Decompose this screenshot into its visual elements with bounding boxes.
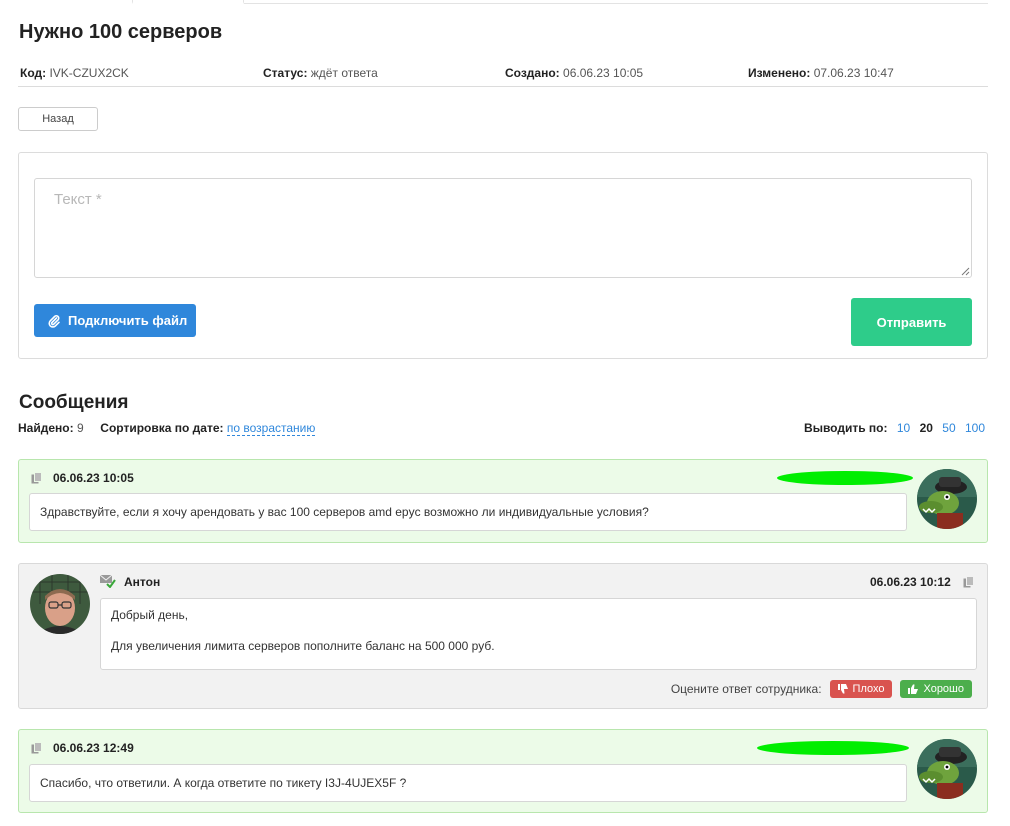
attach-file-label: Подключить файл [68,313,188,328]
sort-toggle-link[interactable]: по возрастанию [226,421,316,436]
ticket-code: Код: IVK-CZUX2CK [20,66,129,80]
avatar [917,739,977,799]
message-line: Для увеличения лимита серверов пополните… [111,639,495,653]
page-title: Нужно 100 серверов [19,21,223,43]
attach-file-button[interactable]: Подключить файл [34,304,196,337]
per-page-20[interactable]: 20 [920,421,933,435]
mail-check-icon [100,574,116,588]
copy-icon[interactable] [31,742,43,754]
copy-icon[interactable] [31,472,43,484]
avatar [917,469,977,529]
rate-bad-label: Плохо [852,683,885,695]
redacted-name-mark [777,471,913,485]
paperclip-icon [48,314,60,328]
thumbs-up-icon [908,684,919,694]
copy-icon[interactable] [963,576,975,588]
avatar [30,574,90,634]
crocodile-avatar-icon [917,469,977,529]
ticket-meta: Код: IVK-CZUX2CK Статус: ждёт ответа Соз… [18,62,988,87]
message-staff: Антон 06.06.23 10:12 Добрый день, Для ув… [18,563,988,709]
crocodile-avatar-icon [917,739,977,799]
rate-bad-button[interactable]: Плохо [829,680,893,698]
message-date: 06.06.23 10:05 [53,471,134,485]
ticket-status: Статус: ждёт ответа [263,66,378,80]
back-button[interactable]: Назад [18,107,98,131]
author-name: Антон [124,575,161,589]
message-date: 06.06.23 12:49 [53,741,134,755]
message-client: 06.06.23 10:05 Здравствуйте, если я хочу… [18,459,988,543]
message-client: 06.06.23 12:49 Спасибо, что ответили. А … [18,729,988,813]
thumbs-down-icon [837,684,848,694]
ticket-status-label: Статус: [263,66,308,80]
ticket-status-value: ждёт ответа [310,66,378,80]
per-page-50[interactable]: 50 [942,421,955,435]
tab-active[interactable] [132,0,244,4]
sort-label: Сортировка по дате: [100,421,224,435]
per-page-100[interactable]: 100 [965,421,985,435]
ticket-code-label: Код: [20,66,47,80]
ticket-created-value: 06.06.23 10:05 [563,66,644,80]
message-text: Добрый день, Для увеличения лимита серве… [100,598,977,670]
message-text: Спасибо, что ответили. А когда ответите … [29,764,907,802]
message-line: Добрый день, [111,608,189,622]
send-button[interactable]: Отправить [851,298,972,346]
ticket-modified-label: Изменено: [748,66,811,80]
per-page-10[interactable]: 10 [897,421,910,435]
redacted-name-mark [757,741,909,755]
rate-row: Оцените ответ сотрудника: Плохо Хорошо [671,680,972,698]
messages-title: Сообщения [19,392,129,413]
reply-text-input[interactable] [34,178,972,278]
rate-good-label: Хорошо [923,683,964,695]
ticket-created: Создано: 06.06.23 10:05 [505,66,643,80]
ticket-code-value: IVK-CZUX2CK [49,66,129,80]
messages-summary: Найдено: 9 Сортировка по дате: по возрас… [18,421,316,436]
per-page-selector: Выводить по: 10 20 50 100 [804,421,985,435]
ticket-modified: Изменено: 07.06.23 10:47 [748,66,894,80]
ticket-created-label: Создано: [505,66,560,80]
message-text: Здравствуйте, если я хочу арендовать у в… [29,493,907,531]
rate-label: Оцените ответ сотрудника: [670,682,822,696]
message-date: 06.06.23 10:12 [870,575,951,589]
ticket-modified-value: 07.06.23 10:47 [813,66,894,80]
reply-form: Подключить файл Отправить [18,152,988,359]
per-page-label: Выводить по: [804,421,888,435]
rate-good-button[interactable]: Хорошо [900,680,972,698]
tab-bar-line [244,3,988,4]
top-tabs [132,0,988,4]
staff-photo-icon [30,574,90,634]
resize-grip-icon[interactable] [960,266,970,276]
found-label: Найдено: [18,421,74,435]
found-count: 9 [76,421,84,435]
